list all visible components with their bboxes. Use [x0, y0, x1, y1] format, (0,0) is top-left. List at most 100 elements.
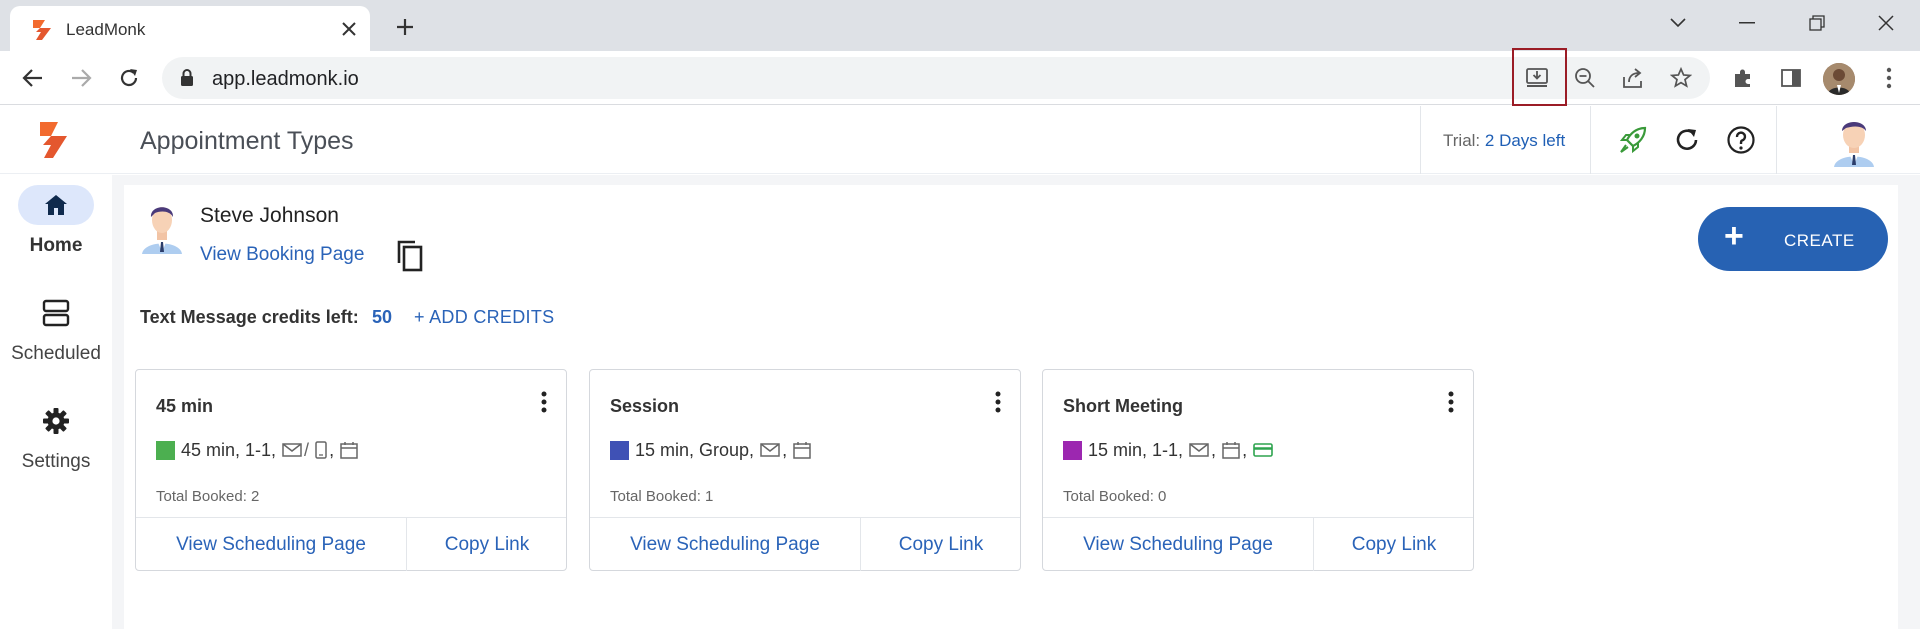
sidebar-icon-pill [18, 401, 94, 441]
share-icon[interactable] [1618, 63, 1648, 93]
rocket-icon[interactable] [1616, 123, 1650, 157]
appointment-card-short-meeting: Short Meeting 15 min, 1-1, , , Total Boo… [1042, 369, 1474, 571]
url-text: app.leadmonk.io [212, 68, 359, 90]
install-icon-highlight-box [1512, 48, 1567, 106]
header-divider [1776, 106, 1777, 174]
copy-icon[interactable] [395, 239, 425, 273]
view-scheduling-page-button[interactable]: View Scheduling Page [590, 518, 860, 571]
help-icon[interactable] [1724, 123, 1758, 157]
refresh-icon[interactable] [1670, 123, 1704, 157]
owner-avatar [142, 207, 182, 254]
minimize-icon[interactable] [1727, 8, 1767, 38]
browser-toolbar: app.leadmonk.io [0, 51, 1920, 105]
browser-tab[interactable]: LeadMonk [10, 6, 370, 51]
sidebar-item-settings[interactable]: Settings [0, 401, 112, 473]
trial-status: Trial: 2 Days left [1443, 131, 1565, 151]
copy-link-button[interactable]: Copy Link [407, 518, 567, 571]
new-tab-icon[interactable] [390, 12, 420, 42]
extensions-puzzle-icon[interactable] [1728, 63, 1758, 93]
email-icon [282, 442, 302, 458]
tab-search-chevron-icon[interactable] [1658, 8, 1698, 38]
separator-comma: , [329, 439, 335, 460]
gear-icon [43, 408, 69, 434]
header-divider [1590, 106, 1591, 174]
card-title: Session [610, 396, 680, 416]
appointment-card-45-min: 45 min 45 min, 1-1, / , Total Booked: 2 … [135, 369, 567, 571]
appointment-card-session: Session 15 min, Group, , Total Booked: 1… [589, 369, 1021, 571]
phone-icon [315, 441, 327, 459]
browser-tab-strip: LeadMonk [0, 0, 1920, 51]
color-swatch [1063, 440, 1082, 460]
card-meta: 15 min, Group, , [610, 438, 811, 462]
sidebar-item-label: Home [29, 235, 83, 256]
total-booked: Total Booked: 1 [610, 488, 714, 505]
trial-days-link[interactable]: 2 Days left [1485, 131, 1565, 150]
browser-profile-avatar[interactable] [1823, 63, 1855, 95]
create-button-label: CREATE [1784, 231, 1855, 250]
trial-label: Trial: [1443, 131, 1481, 150]
leadmonk-favicon-icon [33, 20, 51, 40]
zoom-out-icon[interactable] [1570, 63, 1600, 93]
side-panel-icon[interactable] [1776, 63, 1806, 93]
email-icon [760, 442, 780, 458]
card-meta-text: 15 min, Group, [635, 439, 755, 460]
card-title: Short Meeting [1063, 396, 1183, 416]
payment-card-icon [1253, 442, 1273, 458]
home-icon [45, 195, 67, 215]
calendar-icon [1222, 441, 1240, 459]
back-arrow-icon[interactable] [18, 63, 48, 93]
lock-icon [181, 69, 193, 86]
view-scheduling-page-button[interactable]: View Scheduling Page [136, 518, 406, 571]
sidebar-item-label: Settings [21, 451, 91, 472]
leadmonk-logo-icon[interactable] [36, 120, 70, 160]
scheduled-icon [42, 299, 70, 327]
page-title: Appointment Types [140, 127, 354, 155]
credits-value: 50 [372, 307, 393, 327]
header-divider [1420, 106, 1421, 174]
more-vert-icon[interactable] [986, 388, 1010, 416]
forward-arrow-icon[interactable] [66, 63, 96, 93]
restore-icon[interactable] [1797, 8, 1837, 38]
separator-comma: , [1211, 439, 1217, 460]
create-button[interactable]: + CREATE [1698, 207, 1888, 271]
tab-title: LeadMonk [66, 20, 146, 39]
view-scheduling-page-button[interactable]: View Scheduling Page [1043, 518, 1313, 571]
add-credits-button[interactable]: + ADD CREDITS [414, 307, 554, 328]
card-meta-text: 15 min, 1-1, [1088, 439, 1184, 460]
calendar-icon [340, 441, 358, 459]
email-icon [1189, 442, 1209, 458]
view-booking-page-link[interactable]: View Booking Page [200, 244, 364, 266]
app-header: Appointment Types Trial: 2 Days left [0, 106, 1920, 174]
plus-icon: + [1724, 217, 1744, 255]
sidebar-item-scheduled[interactable]: Scheduled [0, 293, 112, 365]
close-window-icon[interactable] [1866, 8, 1906, 38]
sidebar: Home Scheduled Settings [0, 175, 112, 629]
address-bar[interactable]: app.leadmonk.io [162, 57, 1710, 99]
card-meta-text: 45 min, 1-1, [181, 439, 277, 460]
copy-link-button[interactable]: Copy Link [861, 518, 1021, 571]
card-meta: 15 min, 1-1, , , [1063, 438, 1273, 462]
color-swatch [610, 440, 629, 460]
separator-comma: , [1242, 439, 1248, 460]
separator-comma: , [782, 439, 788, 460]
copy-link-button[interactable]: Copy Link [1314, 518, 1474, 571]
tab-close-icon[interactable] [336, 16, 362, 42]
sidebar-icon-pill [18, 293, 94, 333]
more-vert-icon[interactable] [1439, 388, 1463, 416]
card-meta: 45 min, 1-1, / , [156, 438, 358, 462]
credits-label: Text Message credits left: [140, 307, 359, 327]
browser-menu-icon[interactable] [1874, 63, 1904, 93]
owner-name: Steve Johnson [200, 204, 339, 227]
total-booked: Total Booked: 2 [156, 488, 260, 505]
bookmark-star-icon[interactable] [1666, 63, 1696, 93]
more-vert-icon[interactable] [532, 388, 556, 416]
sidebar-icon-pill [18, 185, 94, 225]
reload-icon[interactable] [114, 63, 144, 93]
total-booked: Total Booked: 0 [1063, 488, 1167, 505]
separator-slash: / [304, 439, 310, 460]
sidebar-item-home[interactable]: Home [0, 185, 112, 257]
color-swatch [156, 440, 175, 460]
user-avatar[interactable] [1830, 115, 1878, 167]
sidebar-item-label: Scheduled [11, 343, 101, 364]
card-title: 45 min [156, 396, 214, 416]
